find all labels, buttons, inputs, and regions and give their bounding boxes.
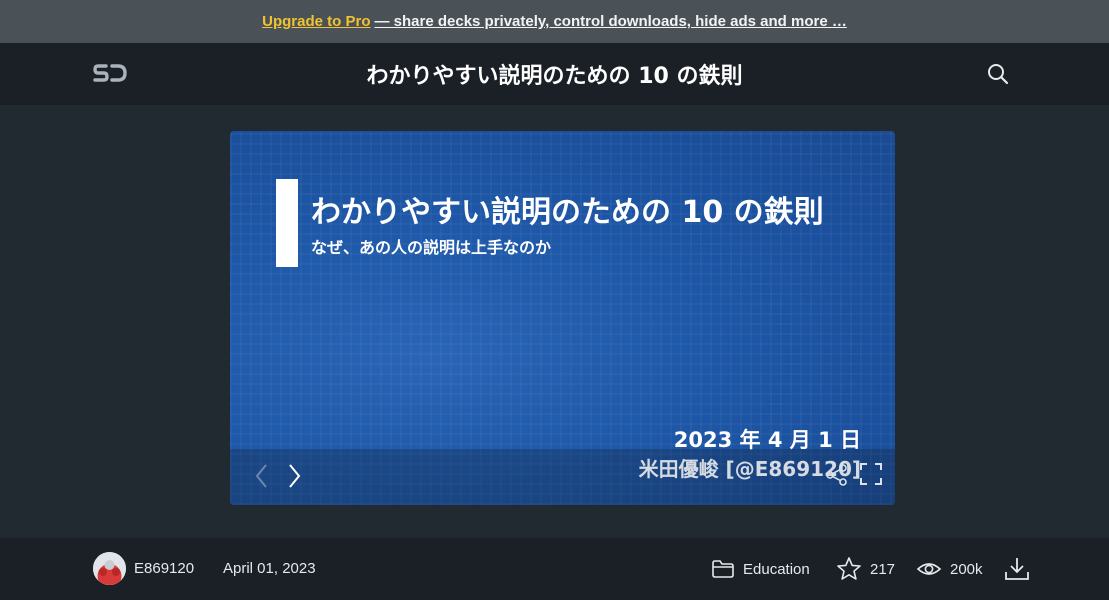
download-icon[interactable]: [1003, 555, 1031, 583]
share-icon[interactable]: [823, 461, 851, 489]
star-count: 217: [870, 560, 896, 578]
star-icon: [837, 557, 861, 580]
promo-text[interactable]: — share decks privately, control downloa…: [374, 13, 846, 30]
star-button[interactable]: 217: [836, 555, 895, 583]
speakerdeck-logo[interactable]: [93, 63, 127, 85]
view-count-label: 200k: [950, 560, 983, 578]
upgrade-to-pro-link[interactable]: Upgrade to Pro: [262, 13, 370, 30]
page-title: わかりやすい説明のための 10 の鉄則: [366, 64, 743, 89]
slide-viewer[interactable]: わかりやすい説明のための 10 の鉄則 なぜ、あの人の説明は上手なのか 2023…: [230, 131, 895, 505]
category-link[interactable]: Education: [711, 555, 810, 583]
author-username[interactable]: E869120: [134, 560, 194, 577]
view-count: 200k: [916, 555, 983, 583]
slide-subtitle: なぜ、あの人の説明は上手なのか: [311, 238, 552, 257]
slide-date: 2023 年 4 月 1 日: [673, 428, 861, 452]
avatar[interactable]: [93, 552, 126, 585]
category-label: Education: [743, 560, 810, 578]
slide-accent-bar: [276, 179, 298, 267]
chevron-left-icon[interactable]: [250, 461, 274, 491]
eye-icon: [916, 563, 942, 575]
publish-date: April 01, 2023: [223, 560, 316, 577]
slide-title: わかりやすい説明のための 10 の鉄則: [311, 195, 824, 230]
search-icon[interactable]: [985, 61, 1011, 87]
deck-meta-bar: E869120 April 01, 2023 Education 217 200…: [0, 538, 1109, 600]
header: わかりやすい説明のための 10 の鉄則: [0, 43, 1109, 105]
chevron-right-icon[interactable]: [282, 461, 306, 491]
fullscreen-icon[interactable]: [858, 461, 884, 487]
promo-banner: Upgrade to Pro — share decks privately, …: [0, 0, 1109, 43]
slide-stage: わかりやすい説明のための 10 の鉄則 なぜ、あの人の説明は上手なのか 2023…: [0, 105, 1109, 538]
folder-icon: [712, 560, 734, 578]
